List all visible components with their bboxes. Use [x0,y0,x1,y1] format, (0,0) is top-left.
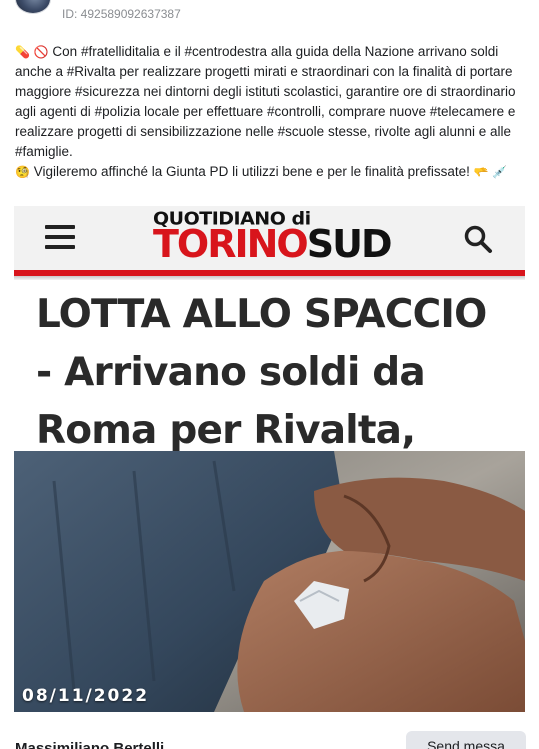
hamburger-menu-icon[interactable] [45,225,75,249]
hashtag-link[interactable]: #scuole [278,124,325,139]
article-date: 08/11/2022 [22,686,150,706]
syringe-emoji-icon: 💉 [492,165,508,179]
ban-emoji-icon: 🚫 [33,45,49,59]
pill-emoji-icon: 💊 [15,45,30,59]
post-text-segment: e il [159,44,185,59]
divider-shadow [14,276,525,280]
article-card[interactable]: QUOTIDIANO di TORINOSUD LOTTA ALLO SPACC… [14,206,525,712]
article-headline[interactable]: LOTTA ALLO SPACCIO - Arrivano soldi da R… [36,286,516,460]
headline-line: - Arrivano soldi da [36,350,426,395]
post-text-segment: stesse, rivolte agli alunni e alle [324,124,512,139]
post-header: ID: 492589092637387 [0,0,539,30]
post-text-segment: locale per effettuare [140,104,267,119]
headline-line: LOTTA ALLO SPACCIO [36,292,487,337]
post-text-segment: Vigileremo affinché la Giunta PD li util… [29,164,474,179]
post-text-segment: . [69,144,73,159]
post-body: 💊 🚫 Con #fratelliditalia e il #centrodes… [15,42,527,182]
logo-torino: TORINO [153,222,309,266]
hashtag-link[interactable]: #telecamere [430,104,504,119]
post-text-segment: , comprare nuove [320,104,430,119]
send-message-button[interactable]: Send messa [406,731,526,749]
hashtag-link[interactable]: #fratelliditalia [81,44,160,59]
hand-emoji-icon: 🫳 [473,165,489,179]
hashtag-link[interactable]: #sicurezza [75,84,140,99]
hashtag-link[interactable]: #famiglie [15,144,69,159]
hashtag-link[interactable]: #centrodestra [185,44,268,59]
avatar[interactable] [15,0,51,14]
post-paragraph: 💊 🚫 Con #fratelliditalia e il #centrodes… [15,42,527,162]
post-id: ID: 492589092637387 [62,7,181,21]
site-header: QUOTIDIANO di TORINOSUD [14,206,525,270]
post-text-segment: Con [48,44,81,59]
hashtag-link[interactable]: #polizia [95,104,141,119]
site-logo: TORINOSUD [153,222,393,266]
search-icon[interactable] [463,224,493,254]
face-emoji-icon: 🧐 [15,165,30,179]
article-photo [14,451,525,712]
hashtag-link[interactable]: #controlli [267,104,321,119]
author-name[interactable]: Massimiliano Bertelli [15,740,164,749]
logo-sud: SUD [306,222,393,266]
post-paragraph: 🧐 Vigileremo affinché la Giunta PD li ut… [15,162,527,182]
hashtag-link[interactable]: #Rivalta [67,64,116,79]
